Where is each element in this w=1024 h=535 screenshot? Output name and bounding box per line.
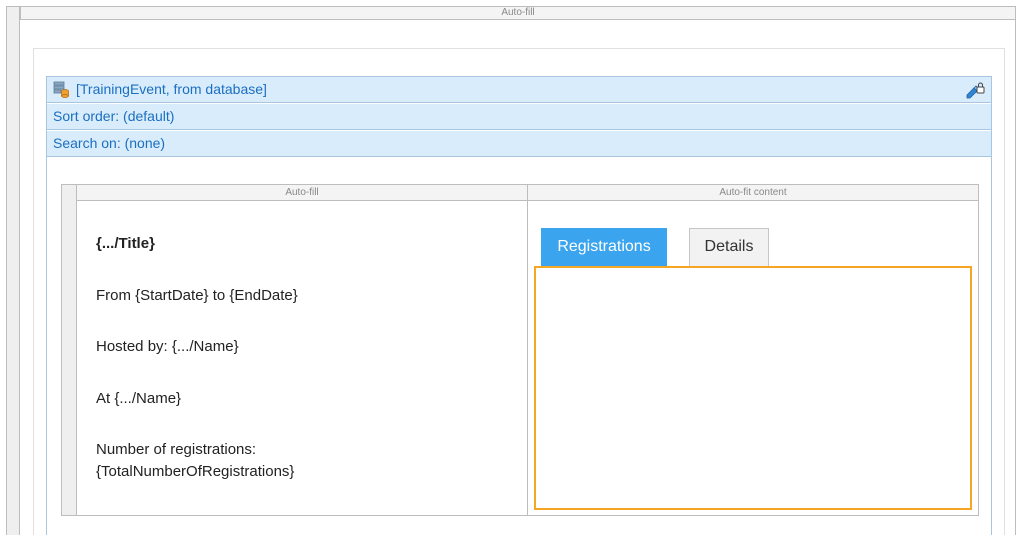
registrations-value: {TotalNumberOfRegistrations}	[96, 463, 295, 480]
search-on-label: Search on: (none)	[53, 135, 166, 151]
tab-registrations[interactable]: Registrations	[541, 228, 667, 266]
lock-edit-icon[interactable]	[965, 80, 985, 99]
list-view-search-row[interactable]: Search on: (none)	[47, 131, 991, 157]
outer-column-border	[1015, 20, 1016, 535]
tab-content-panel[interactable]	[534, 266, 972, 510]
inner-row-gutter[interactable]	[61, 184, 77, 516]
inner-table[interactable]: Auto-fill Auto-fit content {.../Title} F…	[76, 184, 979, 516]
registrations-label: Number of registrations:	[96, 441, 257, 458]
sort-order-label: Sort order: (default)	[53, 108, 175, 124]
column-header-auto-fit[interactable]: Auto-fit content	[528, 185, 978, 201]
tab-details[interactable]: Details	[689, 228, 769, 266]
location-expression[interactable]: At {.../Name}	[96, 388, 181, 410]
list-view-source-label: [TrainingEvent, from database]	[76, 81, 267, 97]
column-header-auto-fill[interactable]: Auto-fill	[77, 185, 528, 201]
dates-expression[interactable]: From {StartDate} to {EndDate}	[96, 285, 298, 307]
column-divider	[527, 201, 528, 515]
hosted-by-expression[interactable]: Hosted by: {.../Name}	[96, 336, 239, 358]
outer-column-header[interactable]: Auto-fill	[20, 6, 1016, 20]
title-expression[interactable]: {.../Title}	[96, 233, 155, 255]
list-view-sort-row[interactable]: Sort order: (default)	[47, 104, 991, 130]
outer-row-gutter[interactable]	[6, 6, 20, 535]
database-icon	[53, 81, 69, 98]
registrations-expression[interactable]: Number of registrations: {TotalNumberOfR…	[96, 439, 294, 483]
list-view-source-row[interactable]: [TrainingEvent, from database]	[47, 77, 991, 103]
